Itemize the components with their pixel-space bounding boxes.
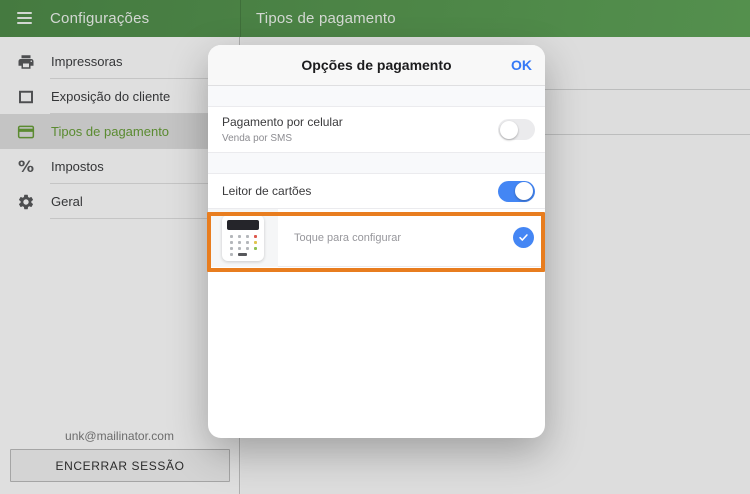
- mobile-payment-labels: Pagamento por celular Venda por SMS: [222, 115, 343, 144]
- device-screen: [227, 219, 259, 230]
- payment-options-dialog: Opções de pagamento OK Pagamento por cel…: [208, 45, 545, 438]
- dialog-header: Opções de pagamento OK: [208, 45, 545, 86]
- toggle-knob: [515, 182, 533, 200]
- card-reader-device-illustration: [222, 214, 264, 261]
- mobile-payment-row: Pagamento por celular Venda por SMS: [208, 107, 545, 153]
- card-reader-toggle[interactable]: [498, 180, 535, 202]
- mobile-payment-toggle[interactable]: [498, 119, 535, 140]
- device-configure-hint: Toque para configurar: [294, 231, 402, 244]
- card-reader-device-row[interactable]: Toque para configurar: [208, 208, 545, 267]
- group-spacer: [208, 86, 545, 107]
- selected-check-icon: [513, 227, 534, 248]
- group-spacer: [208, 153, 545, 174]
- card-reader-row: Leitor de cartões: [208, 174, 545, 209]
- mobile-payment-subtitle: Venda por SMS: [222, 133, 293, 144]
- toggle-knob: [500, 120, 518, 139]
- mobile-payment-title: Pagamento por celular: [222, 115, 343, 129]
- card-reader-image: [208, 208, 278, 267]
- app-screen: Configurações Tipos de pagamento Impress…: [0, 0, 750, 494]
- dialog-title: Opções de pagamento: [301, 57, 452, 73]
- ok-button[interactable]: OK: [511, 45, 532, 85]
- device-keypad: [230, 234, 262, 259]
- card-reader-title: Leitor de cartões: [222, 184, 312, 198]
